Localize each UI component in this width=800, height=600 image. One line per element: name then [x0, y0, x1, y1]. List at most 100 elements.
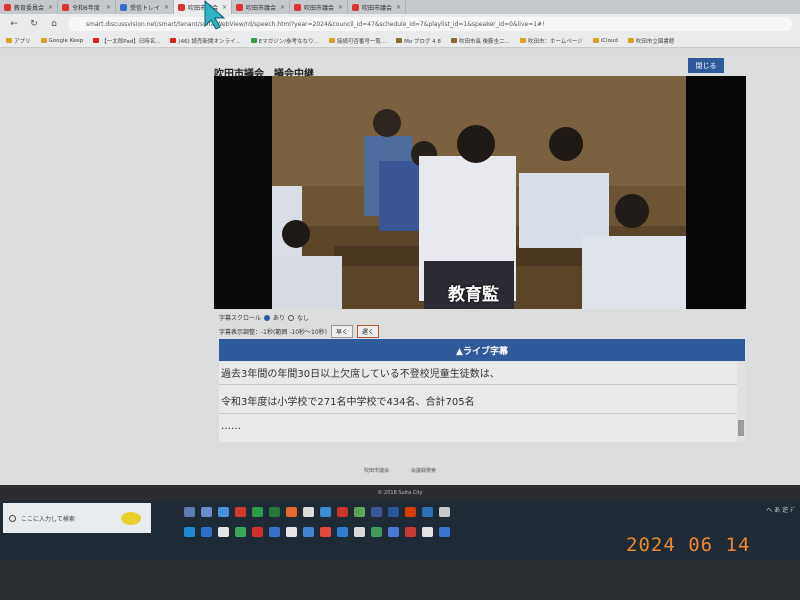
- bookmark-item[interactable]: 【一太郎Pad】日時名...: [93, 37, 160, 45]
- browser-tab[interactable]: 受信トレイ ×: [116, 0, 174, 14]
- bookmark-icon: [519, 38, 526, 43]
- bookmark-item[interactable]: アプリ: [6, 37, 31, 45]
- app-icon[interactable]: [439, 527, 450, 537]
- browser-tab[interactable]: 令和6年度 ×: [58, 0, 116, 14]
- search-highlight-icon: [121, 511, 141, 525]
- close-tab-icon[interactable]: ×: [396, 4, 401, 11]
- mouse-cursor-icon: [204, 0, 226, 30]
- app-icon[interactable]: [422, 527, 433, 537]
- app-icon[interactable]: [235, 507, 246, 517]
- close-tab-icon[interactable]: ×: [280, 4, 285, 11]
- copyright: © 2018 Suita City: [0, 485, 800, 501]
- scroll-on-radio[interactable]: [264, 314, 271, 321]
- home-icon[interactable]: ⌂: [48, 19, 60, 29]
- app-icon[interactable]: [320, 527, 331, 537]
- bookmark-item[interactable]: 吹田市：ホームページ: [519, 37, 583, 45]
- assembly-scene: [214, 76, 746, 309]
- close-tab-icon[interactable]: ×: [48, 4, 53, 11]
- app-icon[interactable]: [218, 527, 229, 537]
- earlier-button[interactable]: 早く: [331, 325, 354, 338]
- app-icon[interactable]: [439, 507, 450, 517]
- monitor-screen: 教育委員会 × 令和6年度 × 受信トレイ × 吹田市議会 × 吹田市議会 × 吹田市議会…: [0, 0, 800, 560]
- bookmark-item[interactable]: (46) 読売新聞オンライ...: [170, 37, 241, 45]
- chrome-icon[interactable]: [252, 507, 263, 517]
- search-icon: [9, 514, 16, 522]
- bookmark-item[interactable]: 接続可否番号一覧...: [328, 37, 386, 45]
- apple-icon: [592, 38, 599, 43]
- scroll-setting: 字幕スクロール あり なし: [219, 314, 310, 322]
- bookmark-item[interactable]: iCloud: [592, 38, 618, 44]
- app-icon[interactable]: [371, 527, 382, 537]
- bookmark-item[interactable]: 吹田市立図書館: [627, 37, 674, 45]
- folder-icon: [396, 38, 403, 43]
- app-icon[interactable]: [286, 527, 297, 537]
- taskbar-icons-row: [184, 507, 450, 517]
- close-tab-icon[interactable]: ×: [164, 4, 169, 11]
- excel-icon[interactable]: [269, 507, 280, 517]
- reload-icon[interactable]: ↻: [28, 19, 40, 29]
- live-subtitle-header[interactable]: ▲ライブ字幕: [219, 339, 745, 361]
- word-icon[interactable]: [388, 507, 399, 517]
- footer-link[interactable]: 吹田市議会: [364, 467, 389, 474]
- back-icon[interactable]: ←: [8, 19, 20, 29]
- scroll-thumb[interactable]: [738, 420, 744, 436]
- app-icon[interactable]: [303, 527, 314, 537]
- bookmark-item[interactable]: Mo ブログ 4 8: [396, 37, 441, 45]
- taskbar-search[interactable]: ここに入力して検索: [3, 503, 151, 533]
- footer-link[interactable]: 会議録検索: [411, 467, 436, 474]
- url-field[interactable]: smart.discussvision.net/smart/tenant/sui…: [68, 17, 792, 31]
- browser-tab[interactable]: 吹田市議会 ×: [290, 0, 348, 14]
- app-icon[interactable]: [218, 507, 229, 517]
- tab-favicon: [236, 3, 243, 11]
- subtitle-caption: 教育監: [448, 285, 499, 305]
- app-icon[interactable]: [201, 507, 212, 517]
- app-icon[interactable]: [337, 527, 348, 537]
- close-tab-icon[interactable]: ×: [338, 4, 343, 11]
- web-page: 吹田市議会 議会中継 閉じる 教育監 字幕スクロール あり なし 字幕表示調整：…: [0, 49, 800, 501]
- edge-icon[interactable]: [184, 527, 195, 537]
- later-button[interactable]: 遅く: [357, 325, 380, 338]
- app-icon[interactable]: [388, 527, 399, 537]
- app-icon[interactable]: [337, 507, 348, 517]
- system-tray[interactable]: へ あ 逆 ﾃﾞ: [766, 505, 796, 514]
- bookmark-icon: [6, 38, 12, 43]
- subtitle-line: 過去3年間の年間30日以上欠席している不登校児童生徒数は、: [221, 369, 500, 380]
- video-player[interactable]: 教育監: [214, 76, 746, 309]
- scroll-off-radio[interactable]: [288, 314, 295, 321]
- app-icon[interactable]: [405, 527, 416, 537]
- browser-tab[interactable]: 吹田市議会 ×: [348, 0, 406, 14]
- app-icon[interactable]: [303, 507, 314, 517]
- bookmark-icon: [250, 38, 257, 43]
- app-icon[interactable]: [235, 527, 246, 537]
- close-tab-icon[interactable]: ×: [106, 4, 111, 11]
- app-icon[interactable]: [405, 507, 416, 517]
- footer-links: 吹田市議会 会議録検索: [0, 467, 800, 474]
- mail-favicon: [120, 3, 127, 11]
- bookmark-item[interactable]: Eマガジン/参考ななり...: [250, 37, 319, 45]
- app-icon[interactable]: [201, 527, 212, 537]
- scrollbar[interactable]: [737, 362, 745, 442]
- app-icon[interactable]: [320, 507, 331, 517]
- bookmark-item[interactable]: 吹田市長 後藤圭二...: [450, 37, 510, 45]
- subtitle-line: 令和3年度は小学校で271名中学校で434名、合計705名: [221, 397, 475, 408]
- app-icon[interactable]: [354, 507, 365, 517]
- app-icon[interactable]: [422, 507, 433, 517]
- bookmark-icon: [627, 38, 634, 43]
- facebook-icon[interactable]: [371, 507, 382, 517]
- browser-tab[interactable]: 教育委員会 ×: [0, 0, 58, 14]
- firefox-icon[interactable]: [286, 507, 297, 517]
- app-icon[interactable]: [269, 527, 280, 537]
- task-view-icon[interactable]: [184, 507, 195, 517]
- divider: [219, 384, 737, 385]
- close-button[interactable]: 閉じる: [688, 58, 724, 73]
- tab-favicon: [352, 3, 359, 11]
- divider: [219, 413, 737, 414]
- gmail-icon[interactable]: [252, 527, 263, 537]
- app-icon[interactable]: [354, 527, 365, 537]
- browser-tab[interactable]: 吹田市議会 ×: [232, 0, 290, 14]
- tab-favicon: [294, 3, 301, 11]
- photo-date-stamp: 2024 06 14: [626, 534, 751, 556]
- tab-favicon: [178, 3, 185, 11]
- folder-icon: [450, 38, 457, 43]
- bookmark-item[interactable]: Google Keep: [40, 38, 83, 44]
